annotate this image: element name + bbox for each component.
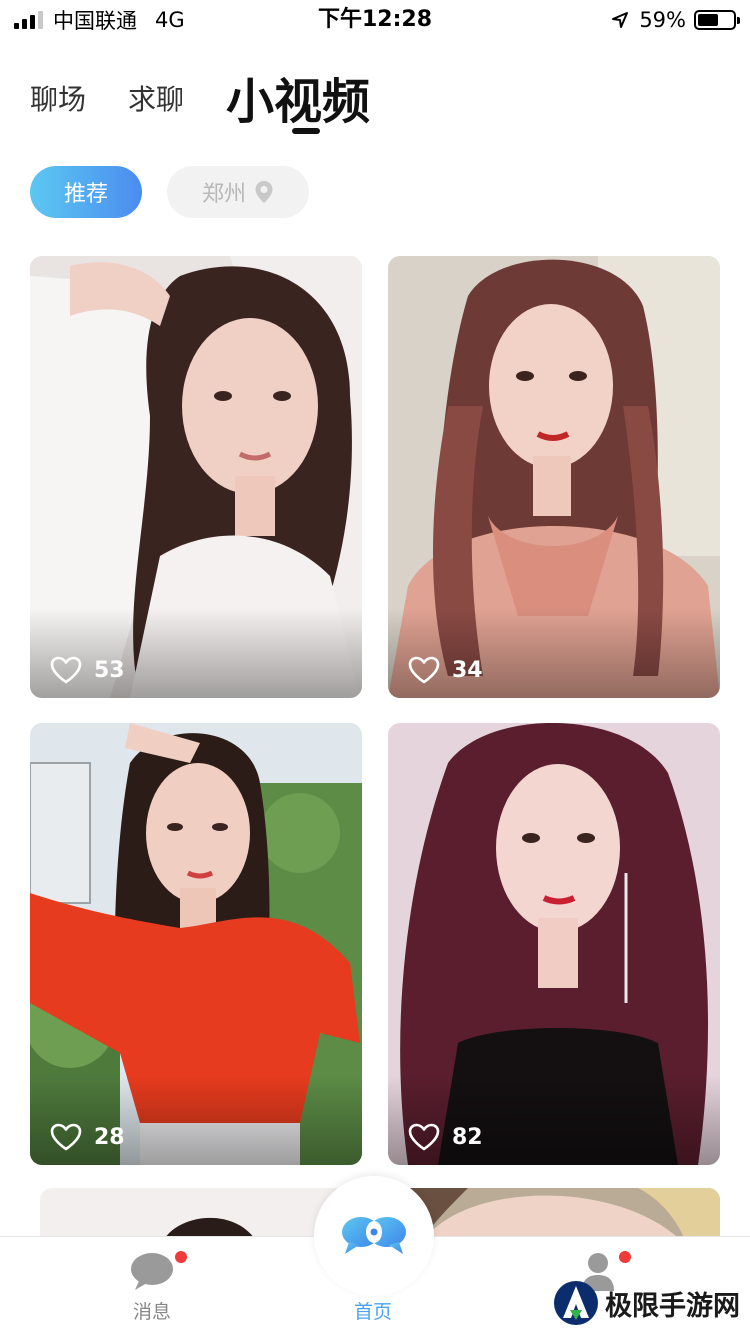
battery-percent: 59% xyxy=(639,8,686,32)
tab-chat-plaza[interactable]: 聊场 xyxy=(30,78,86,118)
like-count-value: 53 xyxy=(94,657,125,683)
nav-home-label: 首页 xyxy=(353,1301,392,1323)
video-card[interactable]: 82 xyxy=(388,723,720,1165)
active-tab-indicator xyxy=(292,128,320,134)
battery-fill xyxy=(698,14,719,26)
card-shade xyxy=(30,608,362,698)
like-count[interactable]: 53 xyxy=(50,656,125,684)
filter-city-button[interactable]: 郑州 xyxy=(167,166,309,218)
heart-icon xyxy=(50,1123,82,1151)
heart-icon xyxy=(408,1123,440,1151)
video-card[interactable]: 34 xyxy=(388,256,720,698)
video-card[interactable]: 28 xyxy=(30,723,362,1165)
filter-recommend-button[interactable]: 推荐 xyxy=(30,166,142,218)
status-bar: 中国联通 4G 下午12:28 59% xyxy=(0,0,750,40)
home-center-button[interactable] xyxy=(314,1176,434,1296)
like-count[interactable]: 82 xyxy=(408,1123,483,1151)
like-count[interactable]: 28 xyxy=(50,1123,125,1151)
status-right: 59% xyxy=(611,6,740,34)
location-pin-icon xyxy=(255,181,273,203)
messages-badge xyxy=(175,1251,187,1263)
like-count-value: 82 xyxy=(452,1124,483,1150)
heart-icon xyxy=(408,656,440,684)
watermark-text: 极限手游网 xyxy=(605,1290,740,1322)
watermark: 极限手游网 xyxy=(553,1280,740,1326)
profile-badge xyxy=(619,1251,631,1263)
like-count-value: 34 xyxy=(452,657,483,683)
card-shade xyxy=(388,1075,720,1165)
battery-icon xyxy=(694,10,740,30)
tab-ask-chat[interactable]: 求聊 xyxy=(128,78,184,118)
card-shade xyxy=(30,1075,362,1165)
video-card[interactable]: 53 xyxy=(30,256,362,698)
tab-short-video[interactable]: 小视频 xyxy=(226,62,370,132)
filter-recommend-label: 推荐 xyxy=(63,182,108,207)
chat-bubble-icon xyxy=(131,1253,173,1290)
nav-messages[interactable]: 消息 xyxy=(77,1237,227,1334)
card-shade xyxy=(388,608,720,698)
heart-icon xyxy=(50,656,82,684)
home-chat-icon xyxy=(342,1217,406,1254)
filter-city-label: 郑州 xyxy=(201,182,246,207)
location-arrow-icon xyxy=(612,12,629,28)
watermark-logo-icon xyxy=(554,1281,598,1325)
like-count-value: 28 xyxy=(94,1124,125,1150)
like-count[interactable]: 34 xyxy=(408,656,483,684)
nav-messages-label: 消息 xyxy=(132,1301,171,1323)
